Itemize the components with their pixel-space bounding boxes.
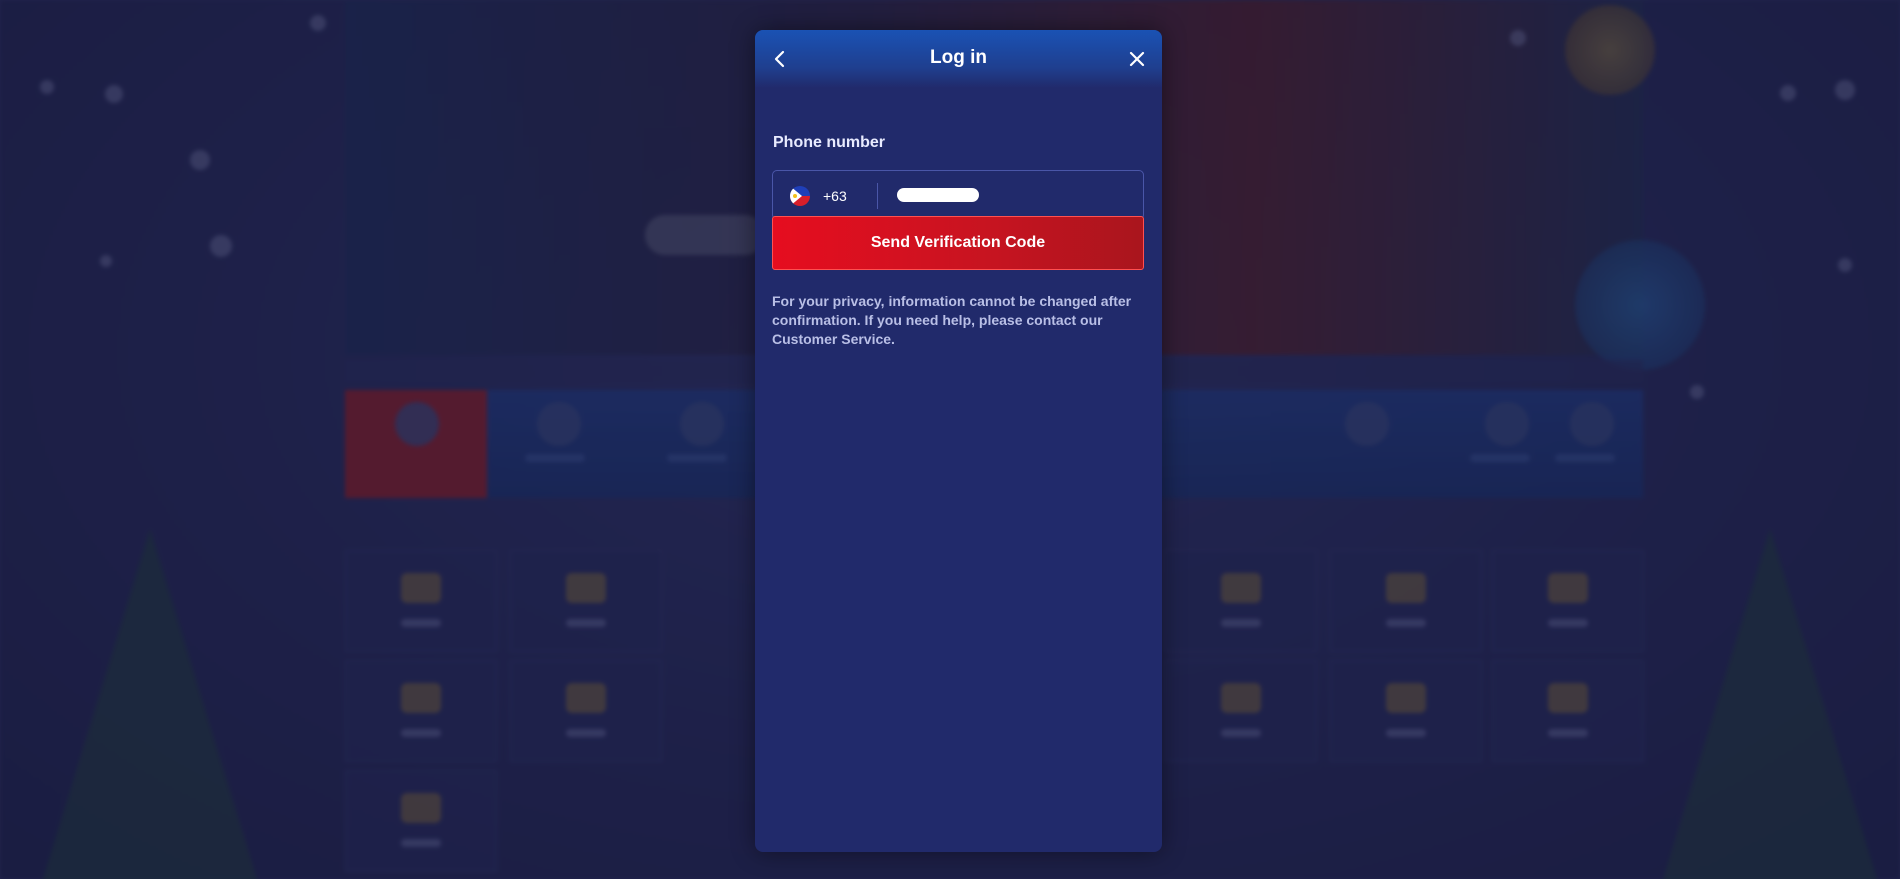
phone-number-label: Phone number <box>773 134 886 151</box>
phone-number-field: +63 <box>772 170 1144 220</box>
field-divider <box>877 183 878 209</box>
login-modal: Log in Phone number +63 Send Verificatio… <box>755 30 1162 852</box>
send-verification-code-button[interactable]: Send Verification Code <box>772 216 1144 270</box>
modal-header: Log in <box>755 30 1162 88</box>
philippines-flag-icon <box>790 186 810 206</box>
close-icon <box>1129 51 1145 67</box>
modal-title: Log in <box>930 47 987 68</box>
country-code-selector[interactable]: +63 <box>773 171 877 219</box>
privacy-notice: For your privacy, information cannot be … <box>772 293 1132 347</box>
close-button[interactable] <box>1122 44 1152 74</box>
phone-number-masked-value <box>897 188 979 202</box>
dial-code: +63 <box>823 188 847 204</box>
